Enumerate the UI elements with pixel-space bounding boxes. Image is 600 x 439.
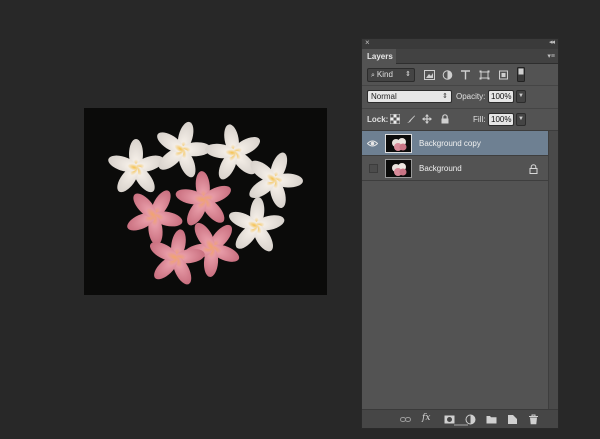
- new-layer-icon[interactable]: [507, 414, 518, 425]
- tab-layers[interactable]: Layers: [362, 49, 396, 64]
- layer-name[interactable]: Background: [419, 164, 462, 173]
- smart-object-filter-icon[interactable]: [498, 70, 509, 80]
- delete-layer-icon[interactable]: [528, 414, 539, 425]
- panel-resize-grip[interactable]: [454, 424, 468, 426]
- opacity-dropdown-button[interactable]: ▼: [516, 90, 526, 103]
- visibility-eye-icon[interactable]: [367, 138, 378, 149]
- adjustment-filter-icon[interactable]: [442, 70, 453, 80]
- layer-thumbnail: [385, 134, 412, 153]
- fill-input[interactable]: 100%: [488, 113, 514, 126]
- lock-row: Lock: Fill: 100% ▼: [362, 109, 558, 131]
- lock-transparent-pixels-icon[interactable]: [390, 114, 400, 124]
- new-group-icon[interactable]: [486, 414, 497, 425]
- panel-menu-icon[interactable]: ▾≡: [547, 52, 555, 60]
- blend-mode-select[interactable]: Normal ⇕: [367, 90, 452, 103]
- layer-row-background-copy[interactable]: Background copy: [362, 131, 548, 156]
- filter-kind-select[interactable]: ⌕ Kind ⇕: [367, 68, 415, 82]
- blend-row: Normal ⇕ Opacity: 100% ▼: [362, 87, 558, 109]
- opacity-label: Opacity:: [456, 92, 486, 101]
- fill-label: Fill:: [473, 115, 486, 124]
- opacity-input[interactable]: 100%: [488, 90, 514, 103]
- filter-row: ⌕ Kind ⇕: [362, 64, 558, 86]
- lock-all-icon[interactable]: [440, 114, 450, 124]
- lock-label: Lock:: [367, 115, 389, 124]
- layer-thumbnail: [385, 159, 412, 178]
- filter-kind-label: Kind: [376, 70, 393, 79]
- collapse-panel-button[interactable]: ◂◂: [549, 38, 555, 46]
- close-panel-button[interactable]: ×: [365, 38, 370, 47]
- visibility-toggle-empty[interactable]: [369, 164, 378, 173]
- layer-lock-icon[interactable]: [529, 164, 538, 174]
- filter-toggle-icon[interactable]: [517, 67, 525, 82]
- lock-position-icon[interactable]: [422, 114, 432, 124]
- type-filter-icon[interactable]: [460, 70, 471, 80]
- fx-icon[interactable]: fx: [422, 413, 436, 424]
- panel-title-bar[interactable]: × ◂◂: [362, 38, 558, 49]
- shape-filter-icon[interactable]: [479, 70, 490, 80]
- layer-row-background[interactable]: Background: [362, 156, 548, 181]
- layer-name[interactable]: Background copy: [419, 139, 481, 148]
- lock-image-pixels-icon[interactable]: [406, 114, 416, 124]
- layers-scrollbar[interactable]: [548, 131, 558, 409]
- panel-tab-bar: Layers ▾≡: [362, 49, 558, 64]
- blend-mode-value: Normal: [371, 92, 397, 101]
- pixel-filter-icon[interactable]: [424, 70, 435, 80]
- layers-panel: × ◂◂ Layers ▾≡ ⌕ Kind ⇕ Normal ⇕ Opacity: 1…: [361, 38, 559, 429]
- fill-dropdown-button[interactable]: ▼: [516, 113, 526, 126]
- layer-thumbnail-flower-icon: [386, 160, 411, 177]
- layer-thumbnail-flower-icon: [386, 135, 411, 152]
- document-canvas[interactable]: [84, 108, 327, 295]
- link-layers-icon[interactable]: [400, 414, 411, 425]
- plumeria-photo: [84, 108, 327, 295]
